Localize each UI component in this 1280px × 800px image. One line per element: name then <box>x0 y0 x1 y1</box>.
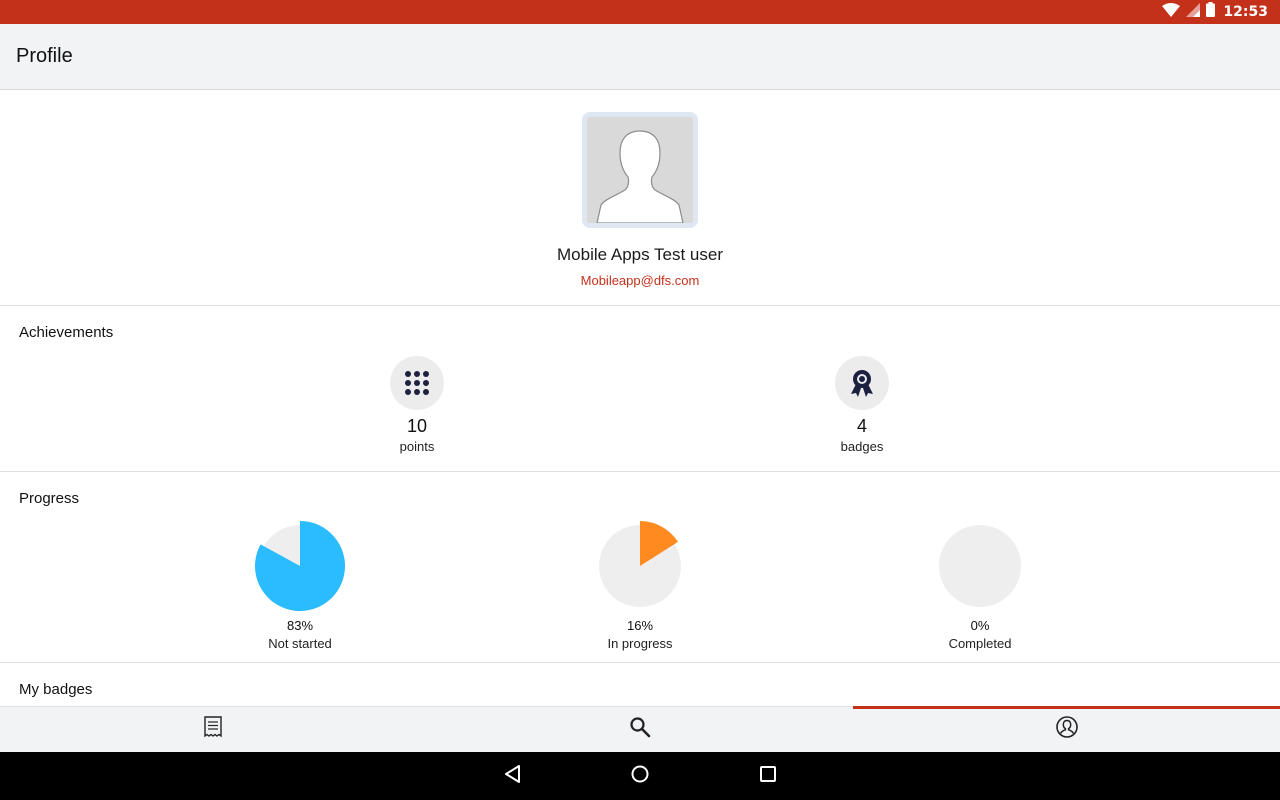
recents-button[interactable] <box>754 762 782 790</box>
recents-square-icon <box>759 765 777 788</box>
status-bar: 12:53 <box>0 0 1280 24</box>
achievement-badges[interactable]: 4 badges <box>802 356 922 454</box>
receipt-list-icon <box>203 716 223 743</box>
progress-heading: Progress <box>19 490 80 507</box>
person-silhouette-icon <box>587 117 693 223</box>
back-button[interactable] <box>498 762 526 790</box>
app-bar: Profile <box>0 24 1280 90</box>
my-badges-heading: My badges <box>19 681 93 698</box>
pie-percent-completed: 0% <box>970 618 990 633</box>
achievements-heading: Achievements <box>19 324 114 341</box>
pie-chart-not-started <box>255 521 346 611</box>
system-navigation-bar <box>0 752 1280 800</box>
home-button[interactable] <box>626 762 654 790</box>
status-icons <box>1162 2 1216 22</box>
points-label: points <box>399 439 435 454</box>
user-name: Mobile Apps Test user <box>557 245 723 264</box>
pie-percent-not-started: 83% <box>286 618 314 633</box>
pie-percent-in-progress: 16% <box>626 618 654 633</box>
profile-content[interactable]: Mobile Apps Test user Mobileapp@dfs.com … <box>0 90 1280 706</box>
pie-chart-completed <box>939 525 1021 607</box>
signal-icon <box>1186 2 1201 22</box>
user-email[interactable]: Mobileapp@dfs.com <box>0 273 1280 288</box>
profile-header: Mobile Apps Test user Mobileapp@dfs.com <box>0 90 1280 306</box>
wifi-icon <box>1162 2 1181 22</box>
tab-catalog[interactable] <box>0 707 427 752</box>
achievements-section: Achievements 10 points 4 badges <box>0 306 1280 472</box>
pie-label-not-started: Not started <box>268 636 332 651</box>
progress-completed[interactable]: 0% Completed <box>900 516 1060 651</box>
home-circle-icon <box>630 764 650 789</box>
battery-icon <box>1206 2 1216 22</box>
points-grid-icon <box>390 356 444 410</box>
bottom-navigation <box>0 706 1280 752</box>
pie-slice <box>255 521 346 611</box>
achievement-points[interactable]: 10 points <box>357 356 477 454</box>
progress-not-started[interactable]: 83% Not started <box>220 516 380 651</box>
status-time: 12:53 <box>1223 4 1268 20</box>
page-title: Profile <box>16 45 73 67</box>
progress-section: Progress 83% Not started 16% In progress… <box>0 472 1280 663</box>
back-triangle-icon <box>503 764 521 789</box>
my-badges-section: My badges <box>0 663 1280 706</box>
progress-in-progress[interactable]: 16% In progress <box>560 516 720 651</box>
pie-chart-in-progress <box>599 521 681 607</box>
tab-search[interactable] <box>427 707 854 752</box>
avatar[interactable] <box>582 112 698 228</box>
badge-ribbon-icon <box>835 356 889 410</box>
search-icon <box>629 716 651 743</box>
badges-label: badges <box>840 439 884 454</box>
points-value: 10 <box>406 416 428 436</box>
tab-profile[interactable] <box>853 706 1280 752</box>
profile-icon <box>1055 715 1079 744</box>
pie-label-completed: Completed <box>948 636 1012 651</box>
pie-label-in-progress: In progress <box>607 636 673 651</box>
badges-value: 4 <box>856 416 867 436</box>
pie-background <box>939 525 1021 607</box>
